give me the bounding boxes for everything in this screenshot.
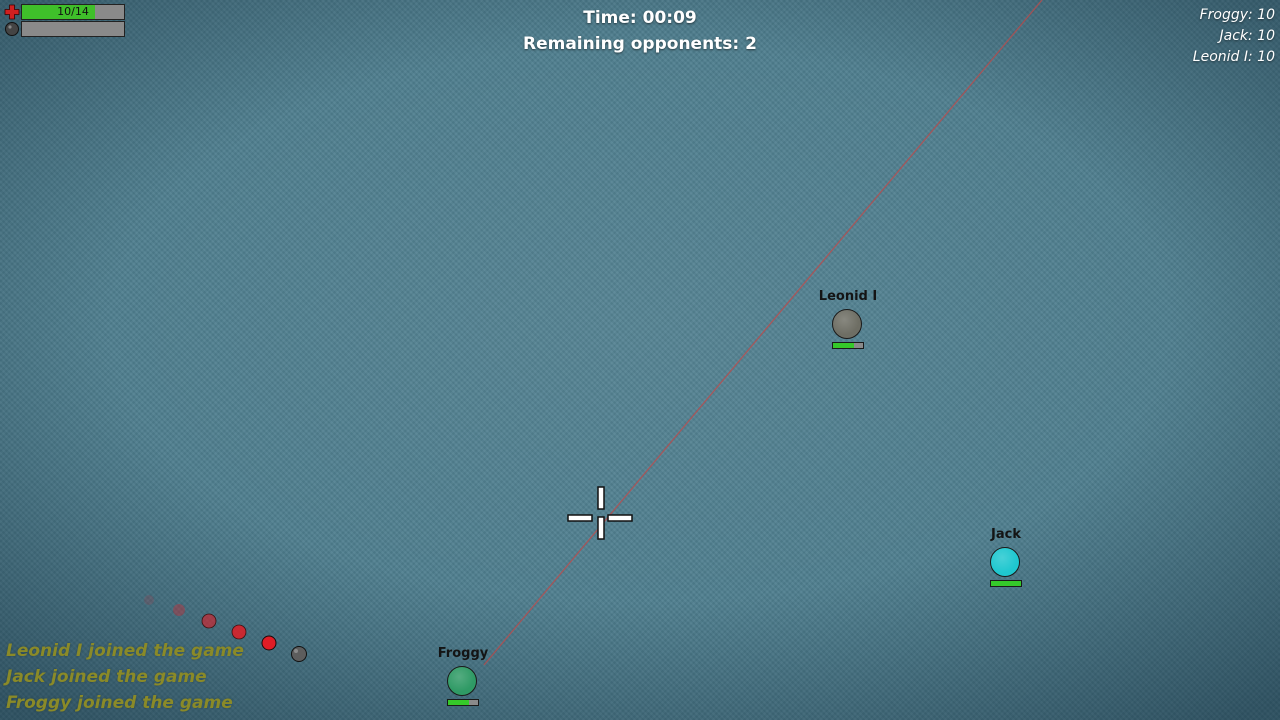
health-bar-frame: 10/14 (21, 4, 125, 20)
player-leonid: Leonid I (798, 289, 898, 359)
effects-layer (144, 0, 1043, 666)
match-timer: Time: 00:09 (583, 8, 697, 28)
trail-dot (201, 613, 217, 629)
remaining-opponents: Remaining opponents: 2 (523, 34, 757, 54)
player-health-fill (833, 343, 854, 348)
player-health-fill (448, 700, 469, 705)
ammo-bar-frame (21, 21, 125, 37)
health-label: 10/14 (57, 5, 89, 18)
health-cross-icon (4, 4, 20, 20)
player-name: Froggy (437, 646, 489, 661)
player-froggy: Froggy (413, 646, 513, 716)
event-log-entry: Leonid I joined the game (6, 641, 244, 661)
event-log-entry: Froggy joined the game (6, 693, 233, 713)
player-health-fill (991, 581, 1021, 586)
score-entry: Leonid I: 10 (1192, 49, 1275, 65)
trail-dot (144, 595, 154, 605)
trail-dot (231, 624, 247, 640)
bomb-projectile (291, 646, 307, 662)
scoreboard: Froggy: 10 Jack: 10 Leonid I: 10 (1193, 5, 1275, 68)
crosshair-icon (567, 486, 633, 540)
player-health-bar (832, 342, 864, 349)
score-entry: Jack: 10 (1219, 28, 1276, 44)
player-health-bar (990, 580, 1022, 587)
player-avatar (832, 309, 862, 339)
player-health-bar (447, 699, 479, 706)
bomb-icon (5, 22, 19, 36)
trail-dot (261, 635, 277, 651)
event-log-entry: Jack joined the game (6, 667, 207, 687)
player-name: Jack (991, 527, 1021, 542)
player-avatar (990, 547, 1020, 577)
event-log: Leonid I joined the game Jack joined the… (6, 638, 244, 716)
score-entry: Froggy: 10 (1199, 7, 1275, 23)
player-jack: Jack (956, 527, 1056, 597)
player-name: Leonid I (818, 289, 878, 304)
trail-dot (173, 604, 185, 616)
player-avatar (447, 666, 477, 696)
